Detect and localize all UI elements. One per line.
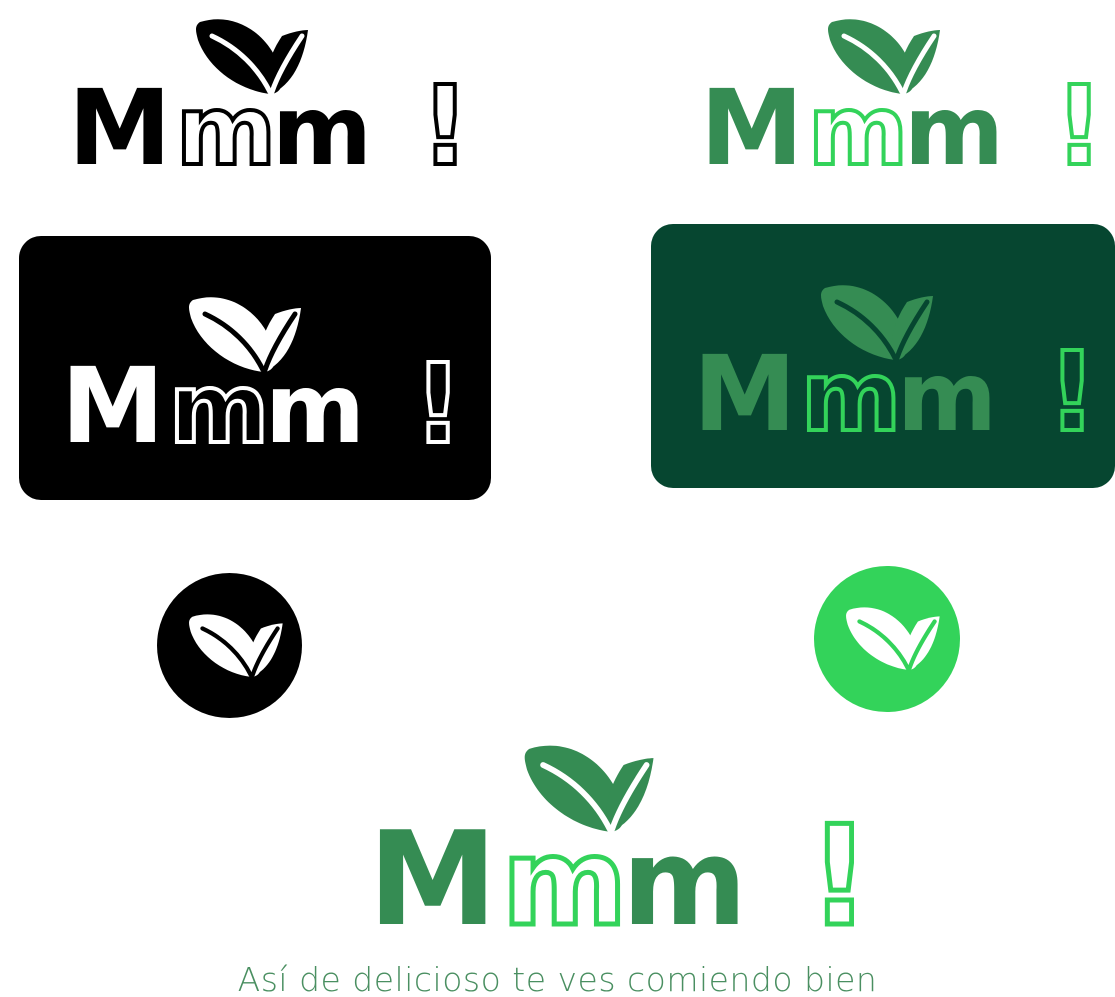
logo-letter-m-2: m xyxy=(808,75,908,170)
logo-green-on-dark: M m m ! xyxy=(693,285,1085,436)
leaf-pair-icon xyxy=(189,614,283,681)
logo-letter-m-2: m xyxy=(176,75,276,170)
logo-exclamation: ! xyxy=(420,62,458,170)
logo-letter-m-1: M xyxy=(700,67,804,170)
logo-letter-m-3: m xyxy=(897,341,997,436)
logo-letter-m-2: m xyxy=(801,341,901,436)
logo-card-dark-green: M m m ! xyxy=(651,224,1115,488)
logo-exclamation: ! xyxy=(1047,328,1085,436)
logo-letter-m-1: M xyxy=(68,67,172,170)
logo-white: M m m ! xyxy=(61,297,451,448)
logo-exclamation: ! xyxy=(1054,62,1092,170)
logo-exclamation: ! xyxy=(413,340,451,448)
logo-letter-m-3: m xyxy=(622,814,747,930)
logo-card-black: M m m ! xyxy=(19,236,491,500)
logo-letter-m-1: M xyxy=(61,345,165,448)
logo-exclamation: ! xyxy=(808,796,854,930)
logo-letter-m-2: m xyxy=(169,353,269,448)
logo-black: M m m ! xyxy=(68,19,458,170)
logo-letter-m-1: M xyxy=(693,333,797,436)
leaf-pair-icon xyxy=(846,607,940,674)
logo-letter-m-1: M xyxy=(368,803,497,930)
logo-green: M m m ! xyxy=(700,19,1092,170)
logo-letter-m-3: m xyxy=(904,75,1004,170)
logo-letter-m-3: m xyxy=(265,353,365,448)
logo-letter-m-2: m xyxy=(502,814,627,930)
brand-tagline: Así de delicioso te ves comiendo bien xyxy=(237,960,878,997)
badge-black xyxy=(157,573,302,718)
logo-primary: M m m ! xyxy=(368,745,854,930)
logo-letter-m-3: m xyxy=(272,75,372,170)
badge-green xyxy=(814,566,960,712)
brand-sheet: M m m ! M m m ! M m m ! xyxy=(0,0,1115,997)
